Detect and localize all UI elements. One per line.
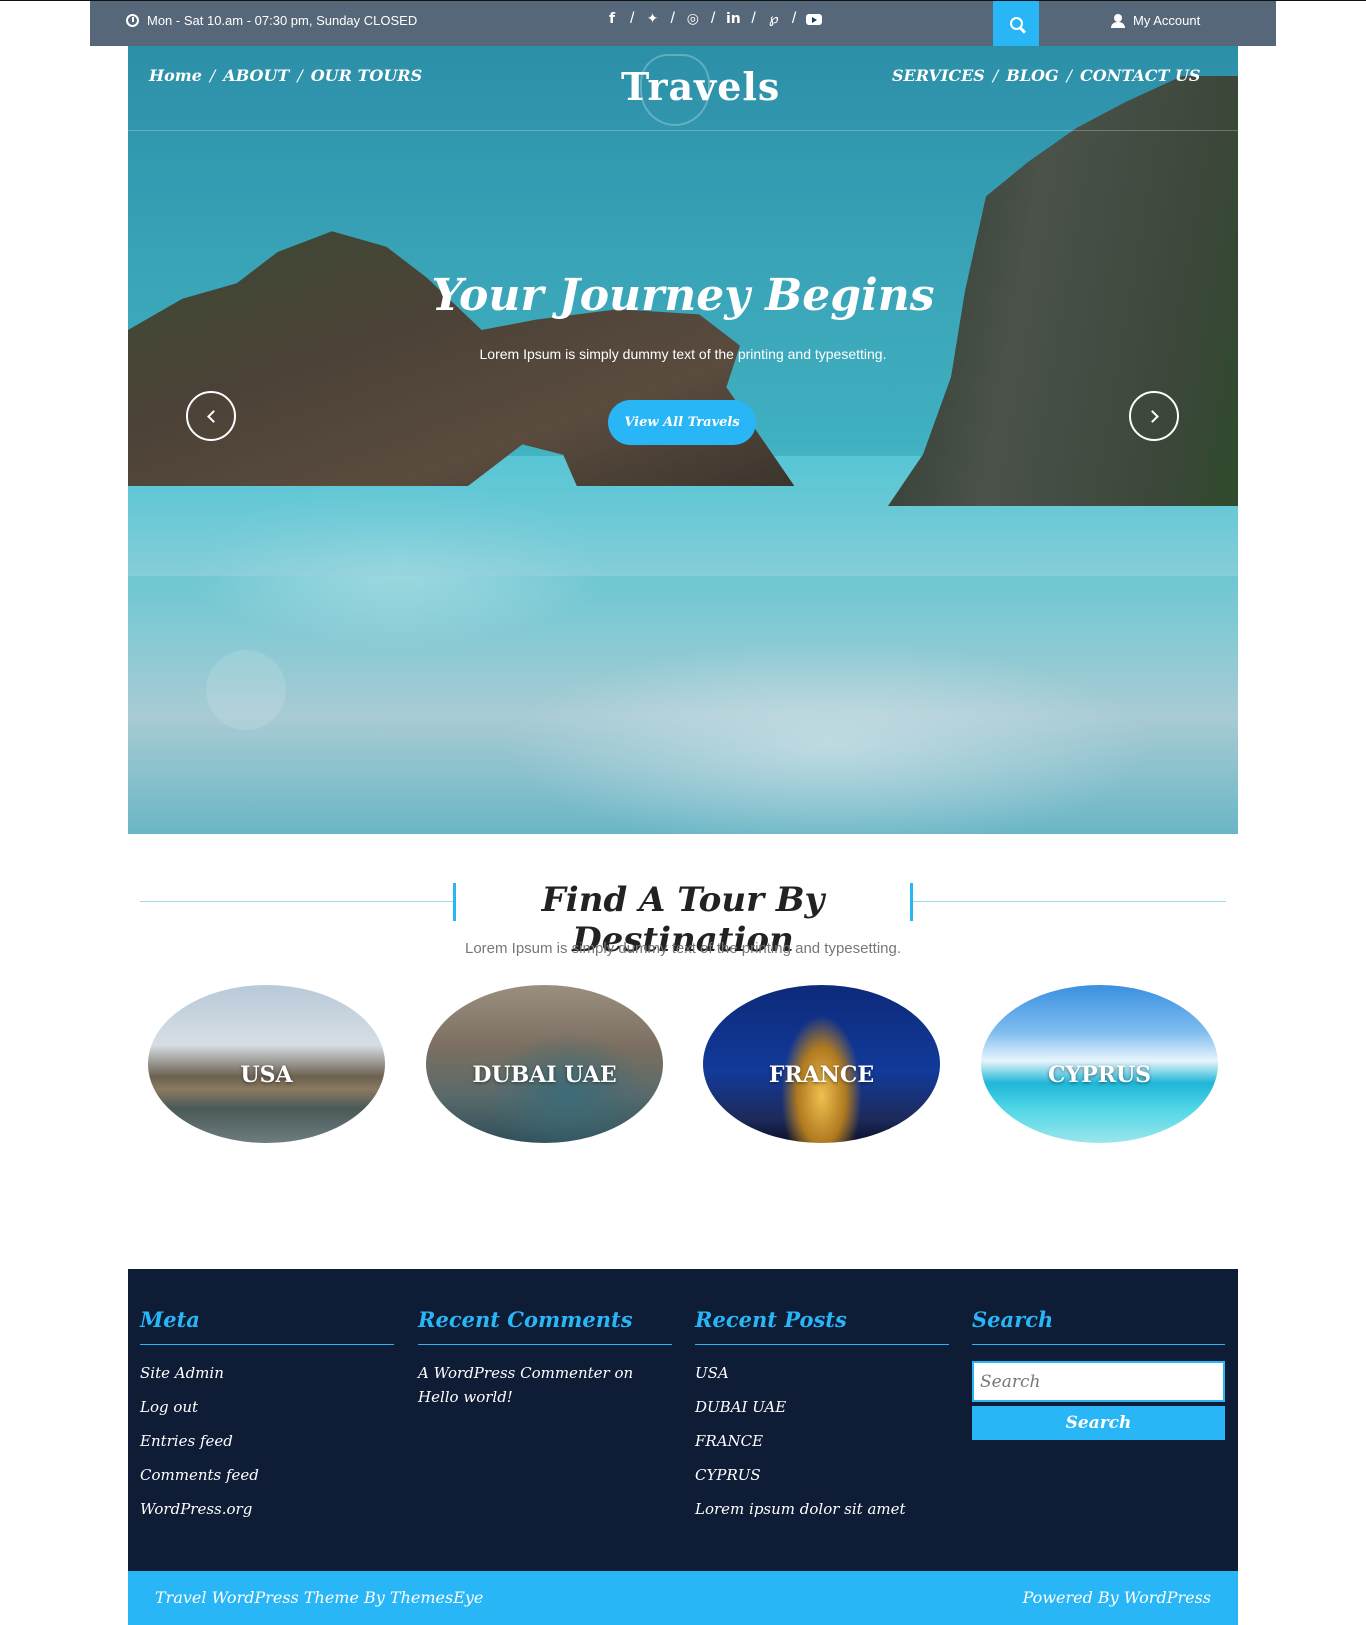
hero-title: Your Journey Begins [431,270,935,321]
nav-item-home[interactable]: Home [149,66,202,85]
search-icon [1009,17,1023,30]
social-links: f / ✦ / ◎ / in / ℘ / [604,10,823,28]
widget-title: Recent Posts [695,1307,949,1345]
recent-comments-widget: Recent Comments A WordPress Commenter on… [418,1307,672,1419]
hero-subtitle: Lorem Ipsum is simply dummy text of the … [479,346,887,362]
destination-dubai-uae[interactable]: DUBAI UAE [426,985,663,1143]
destination-label: DUBAI UAE [472,1062,617,1088]
separator: / [630,10,635,27]
site-logo[interactable]: Travels [621,64,780,109]
twitter-icon[interactable]: ✦ [644,11,660,27]
recent-post-item[interactable]: Lorem ipsum dolor sit amet [695,1497,949,1521]
footer-widgets: Meta Site Admin Log out Entries feed Com… [128,1269,1238,1571]
recent-comments-list: A WordPress Commenter on Hello world! [418,1361,672,1409]
opening-hours: Mon - Sat 10.am - 07:30 pm, Sunday CLOSE… [126,13,417,28]
meta-link-entries-feed[interactable]: Entries feed [140,1429,394,1453]
copyright-bar: Travel WordPress Theme By ThemesEye Powe… [128,1571,1238,1625]
destinations-heading: Find A Tour By Destination [140,880,1226,960]
pinterest-icon[interactable]: ℘ [766,11,782,27]
destination-usa[interactable]: USA [148,985,385,1143]
separator: / [710,10,716,27]
chevron-left-icon [206,409,220,423]
search-widget: Search Search Search [972,1307,1225,1440]
slider-prev-button[interactable] [186,391,236,441]
recent-post-item[interactable]: DUBAI UAE [695,1395,949,1419]
footer-search-input[interactable]: Search [972,1361,1225,1402]
slider-next-button[interactable] [1129,391,1179,441]
heading-bar [910,883,913,921]
instagram-icon[interactable]: ◎ [685,11,701,27]
destination-france[interactable]: FRANCE [703,985,940,1143]
facebook-icon[interactable]: f [604,11,620,27]
meta-link-comments-feed[interactable]: Comments feed [140,1463,394,1487]
header-search-button[interactable] [993,1,1039,46]
nav-separator: / [209,66,216,85]
nav-separator: / [1066,66,1073,85]
destinations-subtitle: Lorem Ipsum is simply dummy text of the … [464,940,902,957]
hero-image-lens-flare [206,650,286,730]
heading-divider [913,901,1226,902]
opening-hours-text: Mon - Sat 10.am - 07:30 pm, Sunday CLOSE… [147,13,418,28]
separator: / [751,10,756,27]
destination-cyprus[interactable]: CYPRUS [981,985,1218,1143]
my-account-label: My Account [1133,13,1201,28]
nav-left-menu: Home / ABOUT / OUR TOURS [149,66,422,85]
destination-label: FRANCE [768,1062,875,1088]
recent-posts-widget: Recent Posts USA DUBAI UAE FRANCE CYPRUS… [695,1307,949,1531]
meta-widget: Meta Site Admin Log out Entries feed Com… [140,1307,394,1531]
my-account-link[interactable]: My Account [1111,13,1200,28]
nav-item-blog[interactable]: BLOG [1006,66,1058,85]
separator: / [670,10,675,27]
recent-post-item[interactable]: USA [695,1361,949,1385]
nav-item-services[interactable]: SERVICES [892,66,985,85]
destination-label: CYPRUS [1047,1062,1152,1088]
theme-credit-link[interactable]: Travel WordPress Theme By ThemesEye [155,1588,483,1607]
top-bar: Mon - Sat 10.am - 07:30 pm, Sunday CLOSE… [90,1,1276,46]
hero-slider: Home / ABOUT / OUR TOURS Travels SERVICE… [128,46,1238,834]
powered-by-link[interactable]: Powered By WordPress [1023,1588,1211,1607]
meta-links: Site Admin Log out Entries feed Comments… [140,1361,394,1521]
widget-title: Recent Comments [418,1307,672,1345]
destination-label: USA [240,1062,293,1088]
clock-icon [126,14,139,27]
nav-separator: / [297,66,303,85]
main-navigation: Home / ABOUT / OUR TOURS Travels SERVICE… [128,46,1238,131]
view-all-travels-button[interactable]: View All Travels [608,400,756,445]
chevron-right-icon [1145,409,1159,423]
linkedin-icon[interactable]: in [725,11,741,27]
widget-title: Meta [140,1307,394,1345]
heading-divider [140,901,453,902]
recent-post-item[interactable]: CYPRUS [695,1463,949,1487]
nav-separator: / [992,66,999,85]
user-icon [1111,13,1125,28]
recent-comment-item[interactable]: A WordPress Commenter on Hello world! [418,1361,672,1409]
nav-item-about[interactable]: ABOUT [223,66,289,85]
nav-item-our-tours[interactable]: OUR TOURS [311,66,422,85]
widget-title: Search [972,1307,1225,1345]
recent-post-item[interactable]: FRANCE [695,1429,949,1453]
nav-right-menu: SERVICES / BLOG / CONTACT US [892,66,1200,85]
meta-link-log-out[interactable]: Log out [140,1395,394,1419]
youtube-icon[interactable] [806,13,823,25]
separator: / [791,10,797,27]
recent-posts-list: USA DUBAI UAE FRANCE CYPRUS Lorem ipsum … [695,1361,949,1521]
meta-link-wordpress-org[interactable]: WordPress.org [140,1497,394,1521]
nav-item-contact-us[interactable]: CONTACT US [1080,66,1200,85]
footer-search-button[interactable]: Search [972,1406,1225,1440]
meta-link-site-admin[interactable]: Site Admin [140,1361,394,1385]
